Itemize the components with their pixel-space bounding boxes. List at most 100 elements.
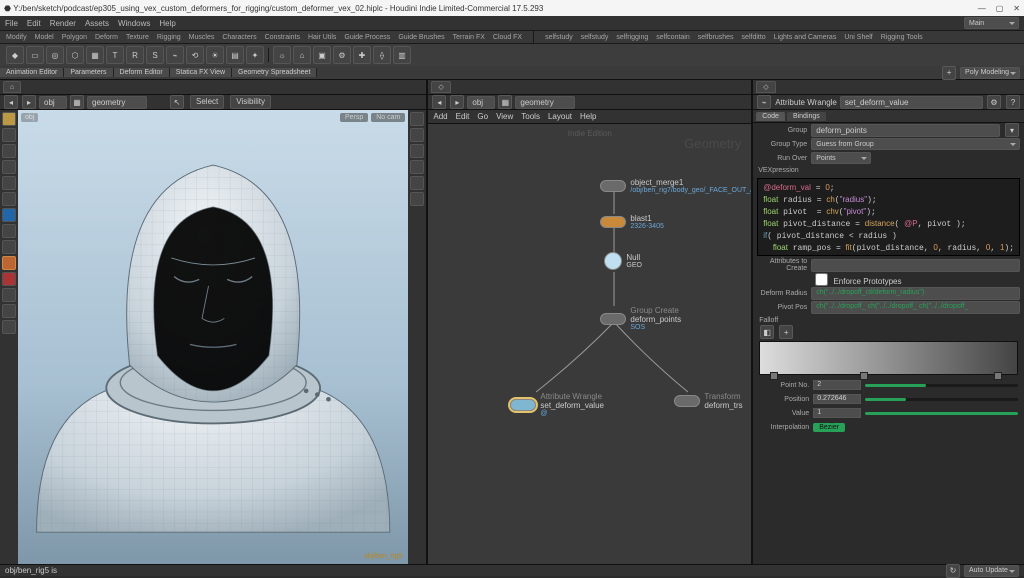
tab-code[interactable]: Code — [756, 112, 785, 121]
shelf-tool-icon[interactable]: ▥ — [393, 46, 411, 64]
scale-tool-icon[interactable] — [2, 176, 16, 190]
menu-assets[interactable]: Assets — [85, 19, 109, 28]
help-icon[interactable]: ? — [1006, 95, 1020, 109]
shelf-tool-icon[interactable]: ⟠ — [373, 46, 391, 64]
shelf-tab[interactable]: Characters — [222, 34, 256, 41]
desktop-tab[interactable]: Parameters — [64, 68, 113, 77]
shelf-tool-icon[interactable]: ▭ — [26, 46, 44, 64]
ramp-key[interactable] — [770, 372, 778, 380]
shelf-tab[interactable]: Guide Process — [344, 34, 390, 41]
lasso-tool-icon[interactable] — [2, 128, 16, 142]
shelf-tab[interactable]: Constraints — [265, 34, 300, 41]
main-mode-dropdown[interactable]: Main — [964, 17, 1019, 29]
deform-radius-field[interactable]: ch("../../dropoff_ctl/deform_radius") — [811, 287, 1020, 300]
shelf-tool-icon[interactable]: ⬡ — [66, 46, 84, 64]
zoom-tool-icon[interactable] — [2, 192, 16, 206]
node-name-field[interactable]: set_deform_value — [840, 96, 983, 109]
shelf-tab[interactable]: Lights and Cameras — [774, 34, 837, 41]
back-icon[interactable]: ◂ — [4, 95, 18, 109]
ramp-expand-icon[interactable]: + — [779, 325, 793, 339]
runover-dropdown[interactable]: Points — [811, 152, 871, 164]
shelf-tool-icon[interactable]: ▤ — [226, 46, 244, 64]
shelf-tab[interactable]: Hair Utils — [308, 34, 336, 41]
shelf-tab[interactable]: Deform — [95, 34, 118, 41]
play-tool-icon[interactable] — [2, 208, 16, 222]
parm-tab[interactable]: ◇ — [756, 81, 775, 93]
shelf-tab[interactable]: Uni Shelf — [844, 34, 872, 41]
group-menu-icon[interactable]: ▾ — [1005, 123, 1019, 137]
value-field[interactable]: 1 — [813, 408, 861, 418]
fwd-icon[interactable]: ▸ — [22, 95, 36, 109]
ctx-icon[interactable]: ▦ — [70, 95, 84, 109]
value-slider[interactable] — [865, 412, 1018, 415]
close-button[interactable]: ✕ — [1013, 4, 1020, 13]
edge-tool-icon[interactable] — [2, 240, 16, 254]
shelf-tool-icon[interactable]: ⌂ — [293, 46, 311, 64]
context-field[interactable]: geometry — [87, 96, 147, 109]
shelf-tab[interactable]: Polygon — [62, 34, 87, 41]
falloff-ramp[interactable] — [759, 341, 1018, 375]
auto-update-dropdown[interactable]: Auto Update — [964, 565, 1019, 577]
net-menu-help[interactable]: Help — [580, 112, 596, 121]
shelf-tool-icon[interactable]: ⌁ — [166, 46, 184, 64]
net-menu-tools[interactable]: Tools — [521, 112, 540, 121]
auto-update-icon[interactable]: ↻ — [946, 564, 960, 578]
shelf-tool-icon[interactable]: T — [106, 46, 124, 64]
select-mode-button[interactable]: Select — [190, 95, 224, 109]
shelf-tab[interactable]: Guide Brushes — [398, 34, 444, 41]
back-icon[interactable]: ◂ — [432, 95, 446, 109]
maximize-button[interactable]: ▢ — [996, 4, 1004, 13]
interp-dropdown[interactable]: Bezier — [813, 423, 845, 432]
light-toggle-icon[interactable] — [410, 144, 424, 158]
net-menu-view[interactable]: View — [496, 112, 513, 121]
menu-edit[interactable]: Edit — [27, 19, 41, 28]
menu-render[interactable]: Render — [50, 19, 76, 28]
shelf-tab[interactable]: Rigging Tools — [881, 34, 923, 41]
node-group-create[interactable]: Group Createdeform_pointsSOS — [600, 306, 681, 331]
position-field[interactable]: 0.272646 — [813, 394, 861, 404]
visibility-button[interactable]: Visibility — [230, 95, 271, 109]
shelf-tab[interactable]: Cloud FX — [493, 34, 522, 41]
net-menu-go[interactable]: Go — [477, 112, 488, 121]
pointno-field[interactable]: 2 — [813, 380, 861, 390]
network-tab[interactable]: ◇ — [431, 81, 450, 93]
shelf-tool-icon[interactable]: ⚙ — [333, 46, 351, 64]
ramp-key[interactable] — [860, 372, 868, 380]
scene-plus-icon[interactable]: + — [942, 66, 956, 80]
net-menu-layout[interactable]: Layout — [548, 112, 572, 121]
shelf-tab[interactable]: selfrigging — [616, 34, 648, 41]
group-field[interactable]: deform_points — [811, 124, 1000, 137]
ramp-default-icon[interactable]: ◧ — [760, 325, 774, 339]
shelf-tab[interactable]: Terrain FX — [453, 34, 485, 41]
pointno-slider[interactable] — [865, 384, 1018, 387]
minimize-button[interactable]: — — [978, 4, 986, 13]
shelf-tab[interactable]: selfbrushes — [698, 34, 734, 41]
shelf-tab[interactable]: selfstudy — [581, 34, 609, 41]
toolset-dropdown[interactable]: Poly Modeling — [960, 67, 1020, 79]
menu-file[interactable]: File — [5, 19, 18, 28]
node-object-merge[interactable]: object_merge1/obj/ben_rig7/body_geo/_FAC… — [600, 178, 751, 194]
node-blast[interactable]: blast12326-3405 — [600, 214, 663, 230]
grouptype-dropdown[interactable]: Guess from Group — [811, 138, 1020, 150]
disp-opts-icon[interactable] — [410, 192, 424, 206]
cam-toggle-icon[interactable] — [410, 176, 424, 190]
desktop-tab[interactable]: Geometry Spreadsheet — [232, 68, 317, 77]
record-tool-icon[interactable] — [2, 272, 16, 286]
node-null-geo[interactable]: NullGEO — [604, 252, 642, 270]
select-tool-icon[interactable]: ↖ — [170, 95, 184, 109]
net-path-field[interactable]: obj — [467, 96, 495, 109]
shelf-tool-icon[interactable]: ⟲ — [186, 46, 204, 64]
desktop-tab[interactable]: Deform Editor — [114, 68, 170, 77]
net-menu-edit[interactable]: Edit — [456, 112, 470, 121]
shelf-tool-icon[interactable]: S — [146, 46, 164, 64]
ramp-key[interactable] — [994, 372, 1002, 380]
shelf-tool-icon[interactable]: ☼ — [273, 46, 291, 64]
gear-icon[interactable]: ⚙ — [987, 95, 1001, 109]
shelf-tool-icon[interactable]: ▦ — [86, 46, 104, 64]
shelf-tool-icon[interactable]: ✚ — [353, 46, 371, 64]
desktop-tab[interactable]: Animation Editor — [0, 68, 64, 77]
shelf-tool-icon[interactable]: ☀ — [206, 46, 224, 64]
node-transform[interactable]: Transformdeform_trs — [674, 392, 742, 410]
viewport-canvas[interactable]: obj Persp No cam obj/ben_rig5 — [18, 110, 408, 564]
rotate-tool-icon[interactable] — [2, 160, 16, 174]
